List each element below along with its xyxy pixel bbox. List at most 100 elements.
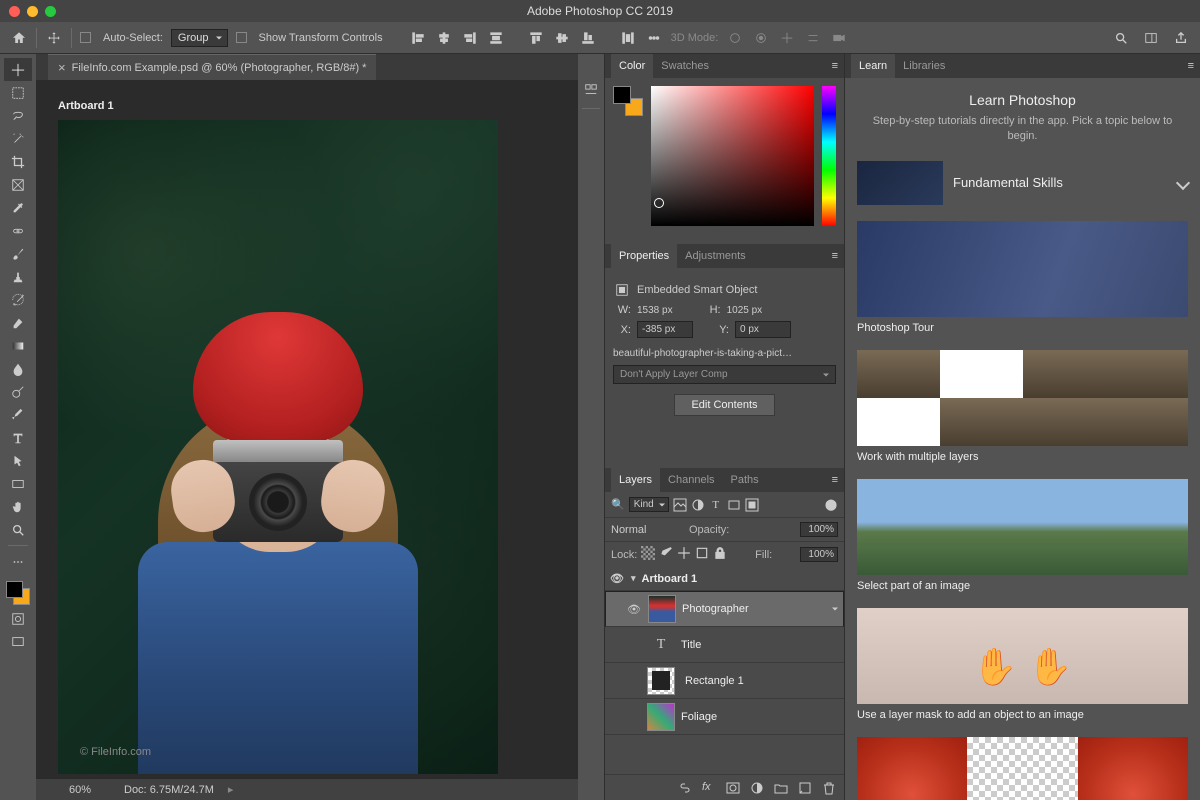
align-center-h-icon[interactable]	[435, 29, 453, 47]
zoom-tool[interactable]	[4, 518, 32, 541]
brush-tool[interactable]	[4, 242, 32, 265]
x-input[interactable]	[637, 321, 693, 338]
blur-tool[interactable]	[4, 357, 32, 380]
tab-layers[interactable]: Layers	[611, 468, 660, 492]
lock-position-icon[interactable]	[677, 546, 691, 563]
y-input[interactable]	[735, 321, 791, 338]
delete-layer-icon[interactable]	[822, 781, 836, 795]
type-tool[interactable]	[4, 426, 32, 449]
tutorial-layer-mask[interactable]: Use a layer mask to add an object to an …	[857, 608, 1188, 721]
new-layer-icon[interactable]	[798, 781, 812, 795]
filter-smart-icon[interactable]	[745, 498, 759, 512]
edit-contents-button[interactable]: Edit Contents	[674, 394, 774, 416]
minimize-window-icon[interactable]	[27, 6, 38, 17]
eyedropper-tool[interactable]	[4, 196, 32, 219]
hue-slider[interactable]	[822, 86, 836, 226]
link-layers-icon[interactable]	[678, 781, 692, 795]
fundamental-skills-header[interactable]: Fundamental Skills	[857, 161, 1188, 205]
layer-row-photographer[interactable]: 👁 Photographer	[605, 591, 844, 627]
close-window-icon[interactable]	[9, 6, 20, 17]
rectangle-tool[interactable]	[4, 472, 32, 495]
layer-row-artboard[interactable]: 👁 ▾ Artboard 1	[605, 567, 844, 591]
frame-tool[interactable]	[4, 173, 32, 196]
distribute-h-icon[interactable]	[487, 29, 505, 47]
tab-color[interactable]: Color	[611, 54, 653, 78]
panel-menu-icon[interactable]: ≡	[1188, 60, 1194, 72]
tab-swatches[interactable]: Swatches	[653, 54, 717, 78]
foreground-color-icon[interactable]	[613, 86, 631, 104]
lock-artboard-icon[interactable]	[695, 546, 709, 563]
tutorial-extra[interactable]	[857, 737, 1188, 800]
move-tool-icon[interactable]	[45, 29, 63, 47]
filter-toggle-icon[interactable]: ⬤	[824, 498, 838, 512]
search-icon[interactable]	[1112, 29, 1130, 47]
eraser-tool[interactable]	[4, 311, 32, 334]
artboard[interactable]: © FileInfo.com	[58, 120, 498, 774]
filter-adjustment-icon[interactable]	[691, 498, 705, 512]
layer-row-title[interactable]: T Title	[605, 627, 844, 663]
maximize-window-icon[interactable]	[45, 6, 56, 17]
canvas[interactable]: Artboard 1 © FileInfo.com	[36, 80, 578, 778]
foreground-swatch[interactable]	[6, 581, 23, 598]
lock-all-icon[interactable]	[713, 546, 727, 563]
more-align-icon[interactable]	[645, 29, 663, 47]
tutorial-photoshop-tour[interactable]: Photoshop Tour	[857, 221, 1188, 334]
align-left-icon[interactable]	[409, 29, 427, 47]
lock-transparency-icon[interactable]	[641, 546, 655, 563]
align-right-icon[interactable]	[461, 29, 479, 47]
dodge-tool[interactable]	[4, 380, 32, 403]
distribute-v-icon[interactable]	[619, 29, 637, 47]
layer-row-rectangle[interactable]: Rectangle 1	[605, 663, 844, 699]
tab-libraries[interactable]: Libraries	[895, 54, 953, 78]
fill-input[interactable]: 100%	[800, 547, 838, 562]
edit-toolbar-icon[interactable]	[4, 550, 32, 573]
align-top-icon[interactable]	[527, 29, 545, 47]
screen-mode-icon[interactable]	[4, 630, 32, 653]
tab-learn[interactable]: Learn	[851, 54, 895, 78]
layer-comp-dropdown[interactable]: Don't Apply Layer Comp	[613, 365, 836, 384]
lasso-tool[interactable]	[4, 104, 32, 127]
expand-icon[interactable]: ▾	[631, 573, 636, 584]
saturation-brightness-picker[interactable]	[651, 86, 814, 226]
zoom-level[interactable]: 60%	[50, 784, 110, 796]
color-swatches[interactable]	[4, 579, 32, 607]
status-chevron-icon[interactable]: ▸	[228, 783, 234, 796]
visibility-toggle-icon[interactable]: 👁	[609, 572, 625, 585]
gradient-tool[interactable]	[4, 334, 32, 357]
kind-filter-dropdown[interactable]: Kind	[629, 497, 669, 512]
auto-select-checkbox[interactable]	[80, 32, 91, 43]
lock-pixels-icon[interactable]	[659, 546, 673, 563]
tutorial-multiple-layers[interactable]: Work with multiple layers	[857, 350, 1188, 463]
filter-shape-icon[interactable]	[727, 498, 741, 512]
tutorial-select-part[interactable]: Select part of an image	[857, 479, 1188, 592]
layer-style-icon[interactable]: fx	[702, 781, 716, 795]
visibility-toggle-icon[interactable]: 👁	[626, 603, 642, 616]
blend-mode-dropdown[interactable]: Normal	[611, 524, 685, 536]
crop-tool[interactable]	[4, 150, 32, 173]
filter-type-icon[interactable]: T	[709, 498, 723, 512]
document-tab[interactable]: × FileInfo.com Example.psd @ 60% (Photog…	[48, 54, 376, 80]
filter-pixel-icon[interactable]	[673, 498, 687, 512]
align-center-v-icon[interactable]	[553, 29, 571, 47]
tab-channels[interactable]: Channels	[660, 468, 722, 492]
hand-tool[interactable]	[4, 495, 32, 518]
marquee-tool[interactable]	[4, 81, 32, 104]
move-tool[interactable]	[4, 58, 32, 81]
auto-select-dropdown[interactable]: Group	[171, 29, 228, 47]
share-icon[interactable]	[1172, 29, 1190, 47]
panel-menu-icon[interactable]: ≡	[832, 474, 838, 486]
history-panel-icon[interactable]	[581, 80, 601, 100]
tab-paths[interactable]: Paths	[723, 468, 767, 492]
panel-menu-icon[interactable]: ≡	[832, 250, 838, 262]
close-tab-icon[interactable]: ×	[58, 60, 66, 75]
path-selection-tool[interactable]	[4, 449, 32, 472]
layer-row-foliage[interactable]: Foliage	[605, 699, 844, 735]
pen-tool[interactable]	[4, 403, 32, 426]
adjustment-layer-icon[interactable]	[750, 781, 764, 795]
history-brush-tool[interactable]	[4, 288, 32, 311]
show-transform-checkbox[interactable]	[236, 32, 247, 43]
opacity-input[interactable]: 100%	[800, 522, 838, 537]
panel-menu-icon[interactable]: ≡	[832, 60, 838, 72]
color-swatch-picker[interactable]	[613, 86, 643, 116]
workspace-icon[interactable]	[1142, 29, 1160, 47]
